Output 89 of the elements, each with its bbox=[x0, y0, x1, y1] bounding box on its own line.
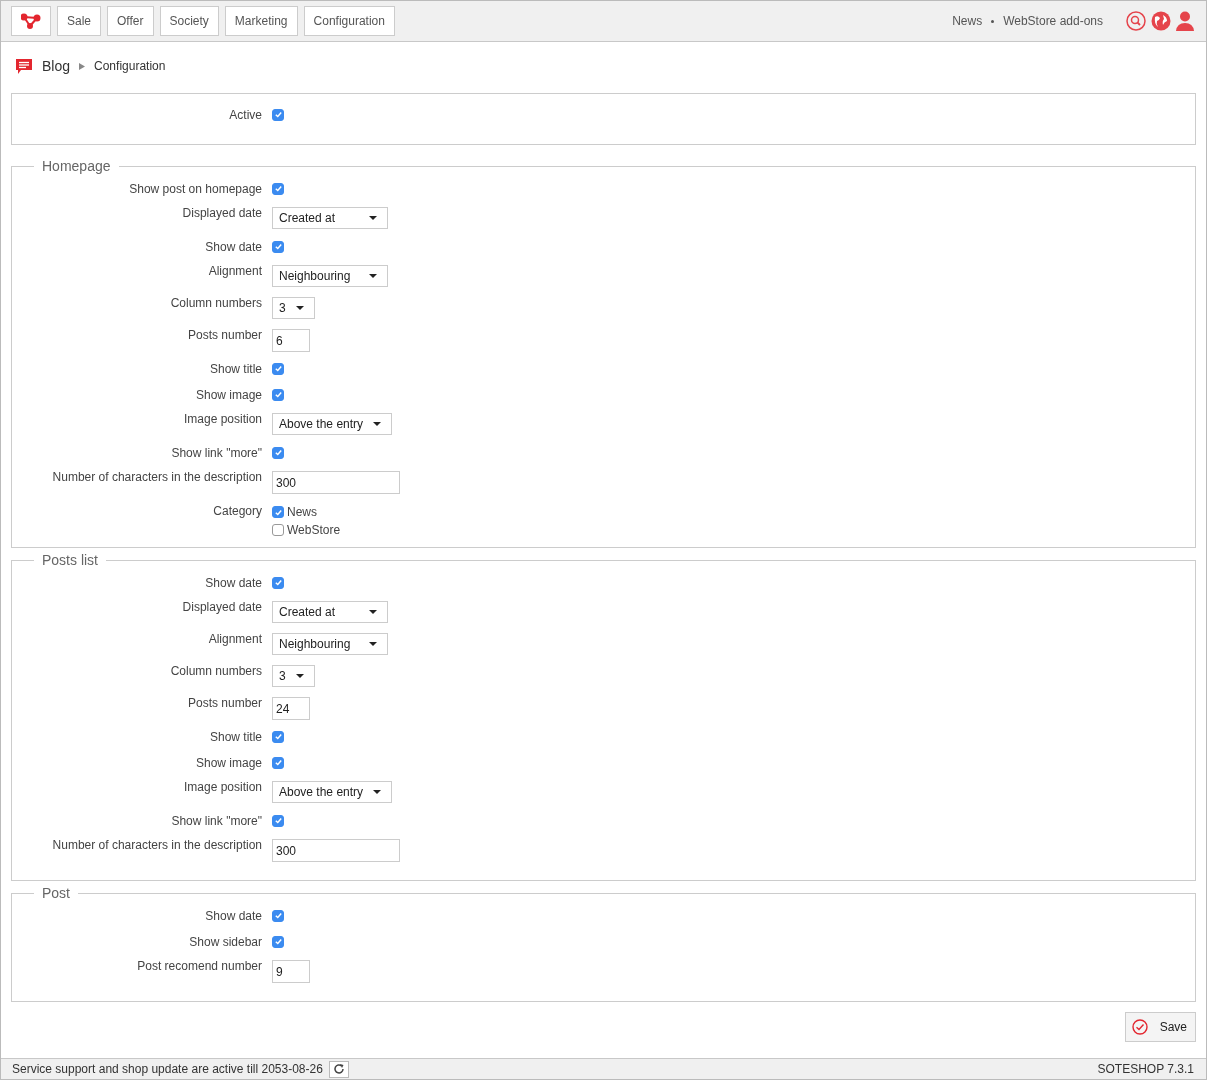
field-label: Image position bbox=[182, 780, 263, 794]
field-label: Show title bbox=[208, 361, 263, 376]
dropdown[interactable]: Neighbouring bbox=[272, 265, 388, 287]
caret-icon bbox=[369, 610, 377, 614]
checkbox[interactable] bbox=[272, 506, 284, 518]
field-label: Column numbers bbox=[169, 296, 263, 310]
section-title: Homepage bbox=[41, 158, 112, 174]
checkbox[interactable] bbox=[272, 446, 284, 459]
section-title: Post bbox=[41, 885, 71, 901]
separator-dot-icon bbox=[991, 19, 995, 23]
field-label: Show sidebar bbox=[188, 934, 263, 949]
breadcrumb-link[interactable]: Blog bbox=[42, 58, 71, 74]
checkbox[interactable] bbox=[272, 388, 284, 401]
dropdown[interactable]: 3 bbox=[272, 665, 315, 687]
option-label: WebStore bbox=[287, 523, 341, 537]
menu-tab[interactable]: Society bbox=[159, 6, 219, 36]
field-label: Show post on homepage bbox=[128, 181, 263, 196]
check-circle-icon bbox=[1131, 1019, 1148, 1035]
caret-icon bbox=[295, 306, 304, 310]
caret-icon bbox=[369, 216, 377, 220]
field-label: Show link "more" bbox=[170, 445, 263, 460]
caret-icon bbox=[369, 642, 377, 646]
input-field[interactable]: 300 bbox=[272, 839, 400, 862]
checkbox[interactable] bbox=[272, 730, 284, 743]
user-icon[interactable] bbox=[1176, 11, 1194, 31]
menu-tab[interactable]: Configuration bbox=[303, 6, 395, 36]
field-label: Number of characters in the description bbox=[51, 470, 263, 484]
field-label: Post recomend number bbox=[136, 959, 263, 973]
checkbox[interactable] bbox=[272, 935, 284, 948]
field-label: Show link "more" bbox=[170, 813, 263, 828]
checkbox[interactable] bbox=[272, 240, 284, 253]
dropdown[interactable]: Created at bbox=[272, 207, 388, 229]
field-label: Alignment bbox=[207, 264, 263, 278]
checkbox[interactable] bbox=[272, 909, 284, 922]
field-label: Show date bbox=[204, 575, 263, 590]
refresh-button[interactable] bbox=[328, 1060, 349, 1078]
home-button[interactable] bbox=[11, 6, 51, 36]
triangle-right-icon bbox=[79, 62, 86, 70]
checkbox[interactable] bbox=[272, 756, 284, 769]
checkbox[interactable] bbox=[272, 108, 284, 121]
section-title: Posts list bbox=[41, 552, 99, 568]
field-label: Alignment bbox=[207, 632, 263, 646]
dropdown[interactable]: Neighbouring bbox=[272, 633, 388, 655]
top-link[interactable]: WebStore add-ons bbox=[1003, 14, 1103, 28]
save-button[interactable]: Save bbox=[1124, 1012, 1196, 1042]
dropdown[interactable]: Created at bbox=[272, 601, 388, 623]
field-label: Active bbox=[228, 107, 263, 122]
field-label: Column numbers bbox=[169, 664, 263, 678]
field-label: Show title bbox=[208, 729, 263, 744]
dropdown[interactable]: Above the entry bbox=[272, 413, 393, 435]
field-label: Posts number bbox=[186, 696, 263, 710]
field-label: Category bbox=[212, 503, 263, 518]
menu-tab[interactable]: Sale bbox=[57, 6, 102, 36]
search-icon[interactable] bbox=[1126, 11, 1146, 31]
refresh-icon bbox=[332, 1063, 345, 1075]
top-link[interactable]: News bbox=[952, 14, 983, 28]
breadcrumb-current: Configuration bbox=[94, 59, 166, 73]
input-field[interactable]: 9 bbox=[272, 960, 310, 983]
caret-icon bbox=[373, 790, 382, 794]
input-field[interactable]: 24 bbox=[272, 697, 310, 720]
dropdown[interactable]: 3 bbox=[272, 297, 315, 319]
option-label: News bbox=[287, 505, 317, 519]
network-logo-icon bbox=[21, 13, 41, 29]
caret-icon bbox=[295, 674, 304, 678]
dropdown[interactable]: Above the entry bbox=[272, 781, 393, 803]
field-label: Posts number bbox=[186, 328, 263, 342]
checkbox[interactable] bbox=[272, 524, 284, 536]
version-text: SOTESHOP 7.3.1 bbox=[1097, 1062, 1194, 1076]
caret-icon bbox=[373, 422, 382, 426]
input-field[interactable]: 300 bbox=[272, 471, 400, 494]
field-label: Displayed date bbox=[181, 206, 263, 220]
field-label: Show image bbox=[194, 755, 263, 770]
field-label: Show date bbox=[204, 239, 263, 254]
checkbox[interactable] bbox=[272, 182, 284, 195]
field-label: Number of characters in the description bbox=[51, 838, 263, 852]
field-label: Show image bbox=[194, 387, 263, 402]
checkbox[interactable] bbox=[272, 814, 284, 827]
speech-bubble-icon bbox=[15, 57, 33, 75]
caret-icon bbox=[369, 274, 377, 278]
checkbox[interactable] bbox=[272, 362, 284, 375]
field-label: Show date bbox=[204, 908, 263, 923]
status-message: Service support and shop update are active till 2053-08-26 bbox=[12, 1062, 323, 1076]
globe-icon[interactable] bbox=[1151, 11, 1171, 31]
checkbox[interactable] bbox=[272, 576, 284, 589]
input-field[interactable]: 6 bbox=[272, 329, 310, 352]
menu-tab[interactable]: Marketing bbox=[224, 6, 298, 36]
menu-tab[interactable]: Offer bbox=[107, 6, 154, 36]
field-label: Image position bbox=[182, 412, 263, 426]
field-label: Displayed date bbox=[181, 600, 263, 614]
